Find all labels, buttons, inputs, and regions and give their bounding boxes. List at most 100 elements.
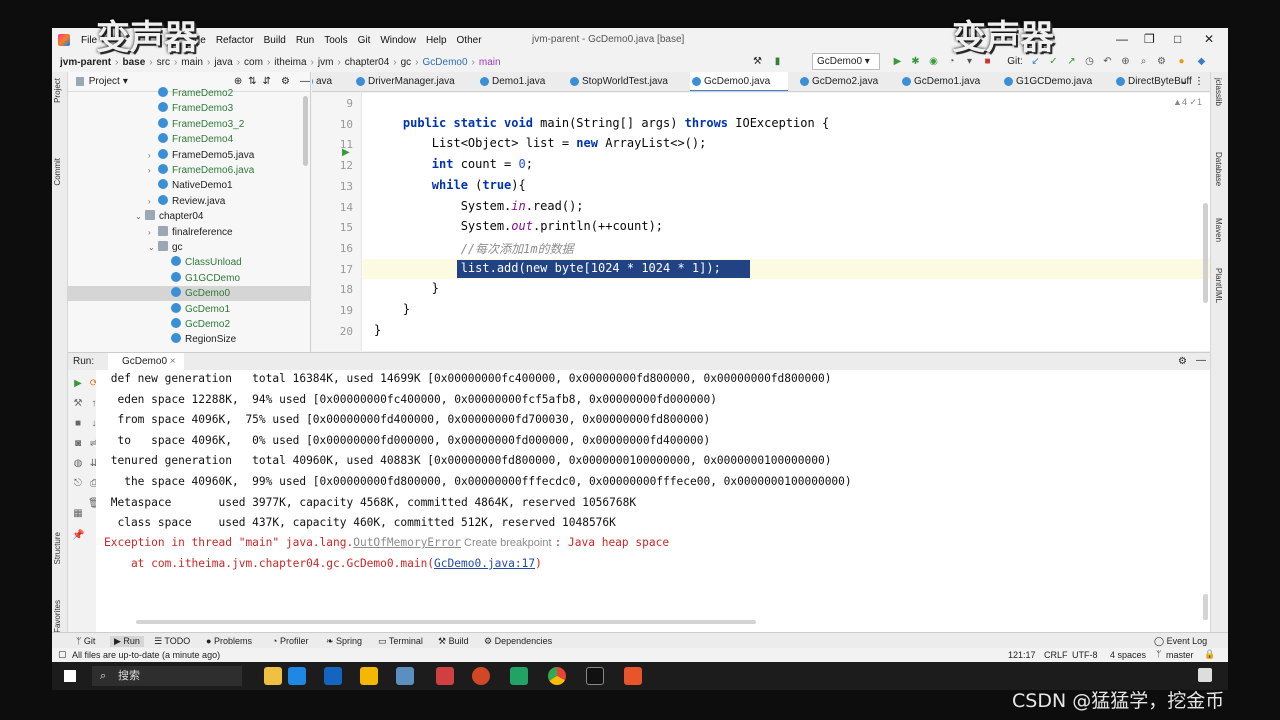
tree-item[interactable]: › finalreference [68,225,310,240]
run-settings-icon[interactable]: ⚙ [1178,356,1187,367]
editor-tab[interactable]: Demo1.java [478,72,545,91]
wrench-icon[interactable]: ⚒ [72,398,84,410]
restore-layout-icon[interactable]: ◍ [72,458,84,470]
tree-item[interactable]: G1GCDemo [68,271,310,286]
maximize-icon[interactable]: □ [1174,32,1181,46]
editor-tab-active[interactable]: GcDemo0.java [690,72,789,91]
create-breakpoint-link[interactable]: Create breakpoint [461,537,555,549]
run-config-select[interactable]: GcDemo0 ▾ [812,53,880,70]
tree-item[interactable]: NativeDemo1 [68,178,310,193]
console-hscrollbar[interactable] [136,620,756,624]
camera-icon[interactable]: ◙ [72,438,84,450]
expand-arrow-icon[interactable]: › [148,225,158,240]
git-history-icon[interactable]: ◷ [1084,56,1095,67]
editor-tab[interactable]: G1GCDemo.java [1002,72,1092,91]
menu-run[interactable]: Run [291,35,319,46]
breadcrumb-class[interactable]: GcDemo0 [421,57,470,68]
tree-item[interactable]: › Review.java [68,194,310,209]
spring-tool-tab[interactable]: ❧ Spring [326,636,362,647]
favorites-tool-tab[interactable]: Favorites [53,600,62,633]
run-icon[interactable]: ▶ [892,56,903,67]
tree-item[interactable]: › FrameDemo5.java [68,148,310,163]
tree-item[interactable]: FrameDemo2 [68,86,310,101]
tree-item[interactable]: GcDemo1 [68,302,310,317]
commit-tool-tab[interactable]: Commit [53,158,62,186]
code-editor[interactable]: 9 10 11 12 13 14 15 16 17 18 19 20 ▶ public static … [312,93,1210,351]
breadcrumb-java[interactable]: java [212,57,234,68]
breadcrumb-jvm[interactable]: jvm [316,57,336,68]
structure-tool-tab[interactable]: Structure [53,532,62,564]
plantuml-tool-tab[interactable]: PlantUML [1214,268,1223,303]
taskbar-search-input[interactable]: ⌕ 搜索 [92,666,242,686]
debug-icon[interactable]: ✱ [910,56,921,67]
menu-tools[interactable]: Tools [319,35,352,46]
tree-item[interactable]: RegionSize [68,332,310,347]
powerpoint-app-icon[interactable] [472,667,490,685]
menu-git[interactable]: Git [353,35,376,46]
tree-item[interactable]: GcDemo0 [68,286,310,302]
dependencies-tool-tab[interactable]: ⚙ Dependencies [484,636,552,647]
breadcrumb-gc[interactable]: gc [399,57,414,68]
git-branch[interactable]: master [1166,650,1194,660]
indent-setting[interactable]: 4 spaces [1110,650,1146,660]
menu-build[interactable]: Build [259,35,291,46]
expand-arrow-icon[interactable]: › [148,163,158,178]
menu-help[interactable]: Help [421,35,452,46]
expand-arrow-icon[interactable]: ⌄ [148,240,158,255]
console-vscrollbar[interactable] [1203,594,1208,620]
file-encoding[interactable]: UTF-8 [1072,650,1098,660]
project-scrollbar[interactable] [303,96,308,166]
pin-icon[interactable]: 📌 [72,530,84,542]
tree-item[interactable]: FrameDemo3_2 [68,117,310,132]
tree-item[interactable]: ⌄ gc [68,240,310,255]
jclasslib-tool-tab[interactable]: jclasslib [1214,78,1223,106]
editor-tab[interactable]: ava [312,72,332,91]
build-tool-tab[interactable]: ⚒ Build [438,636,469,647]
stop-run-icon[interactable]: ■ [72,418,84,430]
event-log-tab[interactable]: ◯ Event Log [1154,636,1207,647]
breadcrumb-method[interactable]: main [477,57,503,68]
tree-item[interactable]: FrameDemo4 [68,132,310,147]
maven-tool-tab[interactable]: Maven [1214,218,1223,242]
explorer-app-icon[interactable] [264,667,282,685]
line-separator[interactable]: CRLF [1044,650,1068,660]
expand-arrow-icon[interactable]: › [148,148,158,163]
run-gutter-icon[interactable]: ▶ [342,147,350,158]
terminal-app-icon[interactable] [586,667,604,685]
update-icon[interactable]: ● [1176,56,1187,67]
expand-arrow-icon[interactable]: › [148,194,158,209]
ide-logo-icon[interactable]: ◆ [1196,56,1207,67]
problems-tool-tab[interactable]: ● Problems [206,636,252,646]
tree-item[interactable]: FrameDemo3 [68,101,310,116]
windows-start-icon[interactable] [64,670,76,682]
coverage-icon[interactable]: ◉ [928,56,939,67]
tree-item[interactable]: GcDemo2 [68,317,310,332]
tab-list-icon[interactable]: ⌄ [1180,76,1188,87]
camtasia-app-icon[interactable] [510,667,528,685]
git-push-icon[interactable]: ↗ [1066,56,1077,67]
app-icon-5[interactable] [396,667,414,685]
run-console[interactable]: def new generation total 16384K, used 14… [96,370,1210,632]
build-hammer-icon[interactable]: ⚒ [752,56,763,67]
run-tab-gcdemo0[interactable]: GcDemo0 × [108,353,184,371]
add-config-icon[interactable]: ▮ [772,56,783,67]
editor-tab[interactable]: StopWorldTest.java [568,72,668,91]
search-everywhere-icon[interactable]: ⌕ [1138,56,1149,67]
profiler-tool-tab[interactable]: ◔ Profiler [272,636,308,646]
app-icon-3[interactable] [324,667,342,685]
menu-window[interactable]: Window [375,35,421,46]
notification-icon[interactable] [1198,668,1212,682]
project-tool-tab[interactable]: Project [53,78,62,103]
editor-tab[interactable]: DriverManager.java [354,72,455,91]
inspection-widget[interactable]: ▲4 ✓1 [1173,97,1202,108]
editor-scrollbar[interactable] [1203,203,1208,303]
folder-app-icon[interactable] [360,667,378,685]
source-location-link[interactable]: GcDemo0.java:17 [434,557,535,570]
intellij-app-icon[interactable] [436,667,454,685]
breadcrumb-itheima[interactable]: itheima [272,57,308,68]
tree-item[interactable]: › FrameDemo6.java [68,163,310,178]
expand-arrow-icon[interactable]: ⌄ [135,209,145,224]
caret-position[interactable]: 121:17 [1008,650,1036,660]
git-tool-tab[interactable]: ᛘ Git [76,636,95,646]
settings-icon[interactable]: ⚙ [1156,56,1167,67]
